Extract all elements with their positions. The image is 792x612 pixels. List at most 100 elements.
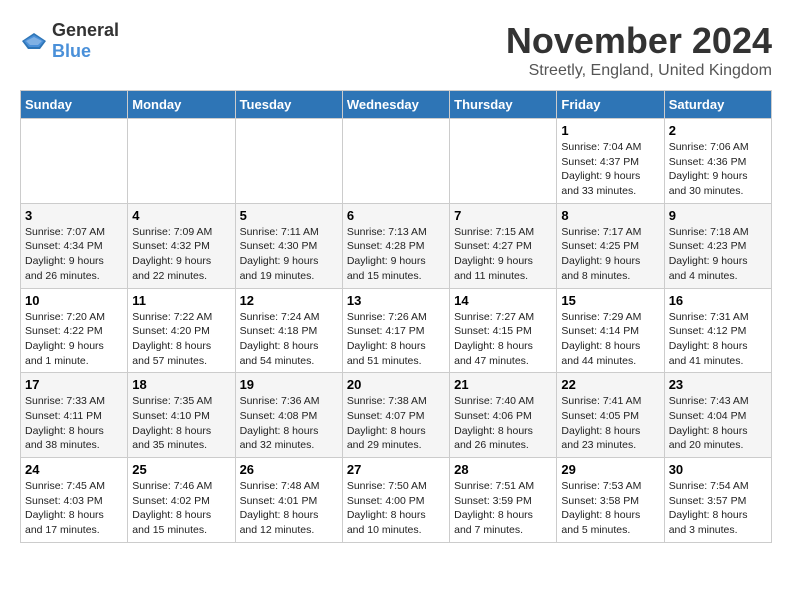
weekday-header-thursday: Thursday — [450, 91, 557, 119]
week-row-1: 1Sunrise: 7:04 AM Sunset: 4:37 PM Daylig… — [21, 119, 772, 204]
calendar-cell: 22 Sunrise: 7:41 AM Sunset: 4:05 PM Dayli… — [557, 373, 664, 458]
calendar-cell — [450, 119, 557, 204]
day-info: Sunrise: 7:20 AM Sunset: 4:22 PM Dayligh… — [25, 310, 123, 369]
day-number: 10 — [25, 293, 123, 308]
day-info: Sunrise: 7:46 AM Sunset: 4:02 PM Dayligh… — [132, 479, 230, 538]
day-number: 23 — [669, 377, 767, 392]
day-number: 11 — [132, 293, 230, 308]
day-info: Sunrise: 7:51 AM Sunset: 3:59 PM Dayligh… — [454, 479, 552, 538]
calendar-cell: 8 Sunrise: 7:17 AM Sunset: 4:25 PM Daylig… — [557, 203, 664, 288]
day-info: Sunrise: 7:38 AM Sunset: 4:07 PM Dayligh… — [347, 394, 445, 453]
day-info: Sunrise: 7:22 AM Sunset: 4:20 PM Dayligh… — [132, 310, 230, 369]
day-info: Sunrise: 7:29 AM Sunset: 4:14 PM Dayligh… — [561, 310, 659, 369]
calendar-cell: 1Sunrise: 7:04 AM Sunset: 4:37 PM Daylig… — [557, 119, 664, 204]
day-number: 17 — [25, 377, 123, 392]
day-info: Sunrise: 7:09 AM Sunset: 4:32 PM Dayligh… — [132, 225, 230, 284]
day-info: Sunrise: 7:48 AM Sunset: 4:01 PM Dayligh… — [240, 479, 338, 538]
calendar-cell: 25 Sunrise: 7:46 AM Sunset: 4:02 PM Dayli… — [128, 458, 235, 543]
day-info: Sunrise: 7:33 AM Sunset: 4:11 PM Dayligh… — [25, 394, 123, 453]
calendar-cell: 19Sunrise: 7:36 AM Sunset: 4:08 PM Dayli… — [235, 373, 342, 458]
day-info: Sunrise: 7:50 AM Sunset: 4:00 PM Dayligh… — [347, 479, 445, 538]
day-number: 7 — [454, 208, 552, 223]
day-info: Sunrise: 7:53 AM Sunset: 3:58 PM Dayligh… — [561, 479, 659, 538]
day-number: 16 — [669, 293, 767, 308]
day-info: Sunrise: 7:13 AM Sunset: 4:28 PM Dayligh… — [347, 225, 445, 284]
day-number: 21 — [454, 377, 552, 392]
calendar-cell — [235, 119, 342, 204]
calendar-title: November 2024 — [506, 20, 772, 62]
day-info: Sunrise: 7:43 AM Sunset: 4:04 PM Dayligh… — [669, 394, 767, 453]
calendar-cell: 15 Sunrise: 7:29 AM Sunset: 4:14 PM Dayli… — [557, 288, 664, 373]
day-number: 14 — [454, 293, 552, 308]
calendar-cell: 28 Sunrise: 7:51 AM Sunset: 3:59 PM Dayli… — [450, 458, 557, 543]
calendar-cell: 16 Sunrise: 7:31 AM Sunset: 4:12 PM Dayli… — [664, 288, 771, 373]
calendar-cell: 29 Sunrise: 7:53 AM Sunset: 3:58 PM Dayli… — [557, 458, 664, 543]
day-info: Sunrise: 7:35 AM Sunset: 4:10 PM Dayligh… — [132, 394, 230, 453]
weekday-header-sunday: Sunday — [21, 91, 128, 119]
calendar-cell: 21 Sunrise: 7:40 AM Sunset: 4:06 PM Dayli… — [450, 373, 557, 458]
day-info: Sunrise: 7:17 AM Sunset: 4:25 PM Dayligh… — [561, 225, 659, 284]
calendar-table: SundayMondayTuesdayWednesdayThursdayFrid… — [20, 90, 772, 543]
week-row-5: 24Sunrise: 7:45 AM Sunset: 4:03 PM Dayli… — [21, 458, 772, 543]
calendar-cell: 9 Sunrise: 7:18 AM Sunset: 4:23 PM Daylig… — [664, 203, 771, 288]
calendar-cell: 20 Sunrise: 7:38 AM Sunset: 4:07 PM Dayli… — [342, 373, 449, 458]
day-info: Sunrise: 7:18 AM Sunset: 4:23 PM Dayligh… — [669, 225, 767, 284]
calendar-cell: 30 Sunrise: 7:54 AM Sunset: 3:57 PM Dayli… — [664, 458, 771, 543]
logo-blue: Blue — [52, 41, 91, 61]
calendar-cell: 18 Sunrise: 7:35 AM Sunset: 4:10 PM Dayli… — [128, 373, 235, 458]
day-number: 30 — [669, 462, 767, 477]
calendar-cell: 4 Sunrise: 7:09 AM Sunset: 4:32 PM Daylig… — [128, 203, 235, 288]
logo: General Blue — [20, 20, 119, 62]
calendar-cell: 5Sunrise: 7:11 AM Sunset: 4:30 PM Daylig… — [235, 203, 342, 288]
day-number: 13 — [347, 293, 445, 308]
calendar-cell: 27 Sunrise: 7:50 AM Sunset: 4:00 PM Dayli… — [342, 458, 449, 543]
day-number: 9 — [669, 208, 767, 223]
page-header: General Blue November 2024 Streetly, Eng… — [20, 20, 772, 80]
weekday-header-row: SundayMondayTuesdayWednesdayThursdayFrid… — [21, 91, 772, 119]
day-number: 2 — [669, 123, 767, 138]
weekday-header-friday: Friday — [557, 91, 664, 119]
day-info: Sunrise: 7:31 AM Sunset: 4:12 PM Dayligh… — [669, 310, 767, 369]
calendar-cell: 24Sunrise: 7:45 AM Sunset: 4:03 PM Dayli… — [21, 458, 128, 543]
day-info: Sunrise: 7:24 AM Sunset: 4:18 PM Dayligh… — [240, 310, 338, 369]
day-info: Sunrise: 7:40 AM Sunset: 4:06 PM Dayligh… — [454, 394, 552, 453]
calendar-subtitle: Streetly, England, United Kingdom — [506, 62, 772, 80]
day-number: 26 — [240, 462, 338, 477]
logo-general: General — [52, 20, 119, 40]
calendar-cell: 7 Sunrise: 7:15 AM Sunset: 4:27 PM Daylig… — [450, 203, 557, 288]
weekday-header-saturday: Saturday — [664, 91, 771, 119]
weekday-header-wednesday: Wednesday — [342, 91, 449, 119]
logo-text: General Blue — [52, 20, 119, 62]
day-number: 8 — [561, 208, 659, 223]
day-info: Sunrise: 7:45 AM Sunset: 4:03 PM Dayligh… — [25, 479, 123, 538]
calendar-cell: 2Sunrise: 7:06 AM Sunset: 4:36 PM Daylig… — [664, 119, 771, 204]
day-number: 28 — [454, 462, 552, 477]
calendar-cell: 26 Sunrise: 7:48 AM Sunset: 4:01 PM Dayli… — [235, 458, 342, 543]
day-info: Sunrise: 7:15 AM Sunset: 4:27 PM Dayligh… — [454, 225, 552, 284]
day-number: 19 — [240, 377, 338, 392]
day-info: Sunrise: 7:11 AM Sunset: 4:30 PM Dayligh… — [240, 225, 338, 284]
week-row-2: 3 Sunrise: 7:07 AM Sunset: 4:34 PM Daylig… — [21, 203, 772, 288]
day-number: 3 — [25, 208, 123, 223]
day-number: 6 — [347, 208, 445, 223]
day-number: 4 — [132, 208, 230, 223]
day-number: 15 — [561, 293, 659, 308]
day-number: 22 — [561, 377, 659, 392]
calendar-cell: 17 Sunrise: 7:33 AM Sunset: 4:11 PM Dayli… — [21, 373, 128, 458]
day-number: 1 — [561, 123, 659, 138]
calendar-cell — [128, 119, 235, 204]
calendar-cell — [342, 119, 449, 204]
day-info: Sunrise: 7:27 AM Sunset: 4:15 PM Dayligh… — [454, 310, 552, 369]
day-number: 27 — [347, 462, 445, 477]
day-number: 20 — [347, 377, 445, 392]
day-number: 18 — [132, 377, 230, 392]
week-row-4: 17 Sunrise: 7:33 AM Sunset: 4:11 PM Dayli… — [21, 373, 772, 458]
day-info: Sunrise: 7:07 AM Sunset: 4:34 PM Dayligh… — [25, 225, 123, 284]
day-number: 29 — [561, 462, 659, 477]
day-info: Sunrise: 7:54 AM Sunset: 3:57 PM Dayligh… — [669, 479, 767, 538]
calendar-cell: 3 Sunrise: 7:07 AM Sunset: 4:34 PM Daylig… — [21, 203, 128, 288]
calendar-cell: 11 Sunrise: 7:22 AM Sunset: 4:20 PM Dayli… — [128, 288, 235, 373]
day-info: Sunrise: 7:41 AM Sunset: 4:05 PM Dayligh… — [561, 394, 659, 453]
weekday-header-monday: Monday — [128, 91, 235, 119]
day-number: 25 — [132, 462, 230, 477]
